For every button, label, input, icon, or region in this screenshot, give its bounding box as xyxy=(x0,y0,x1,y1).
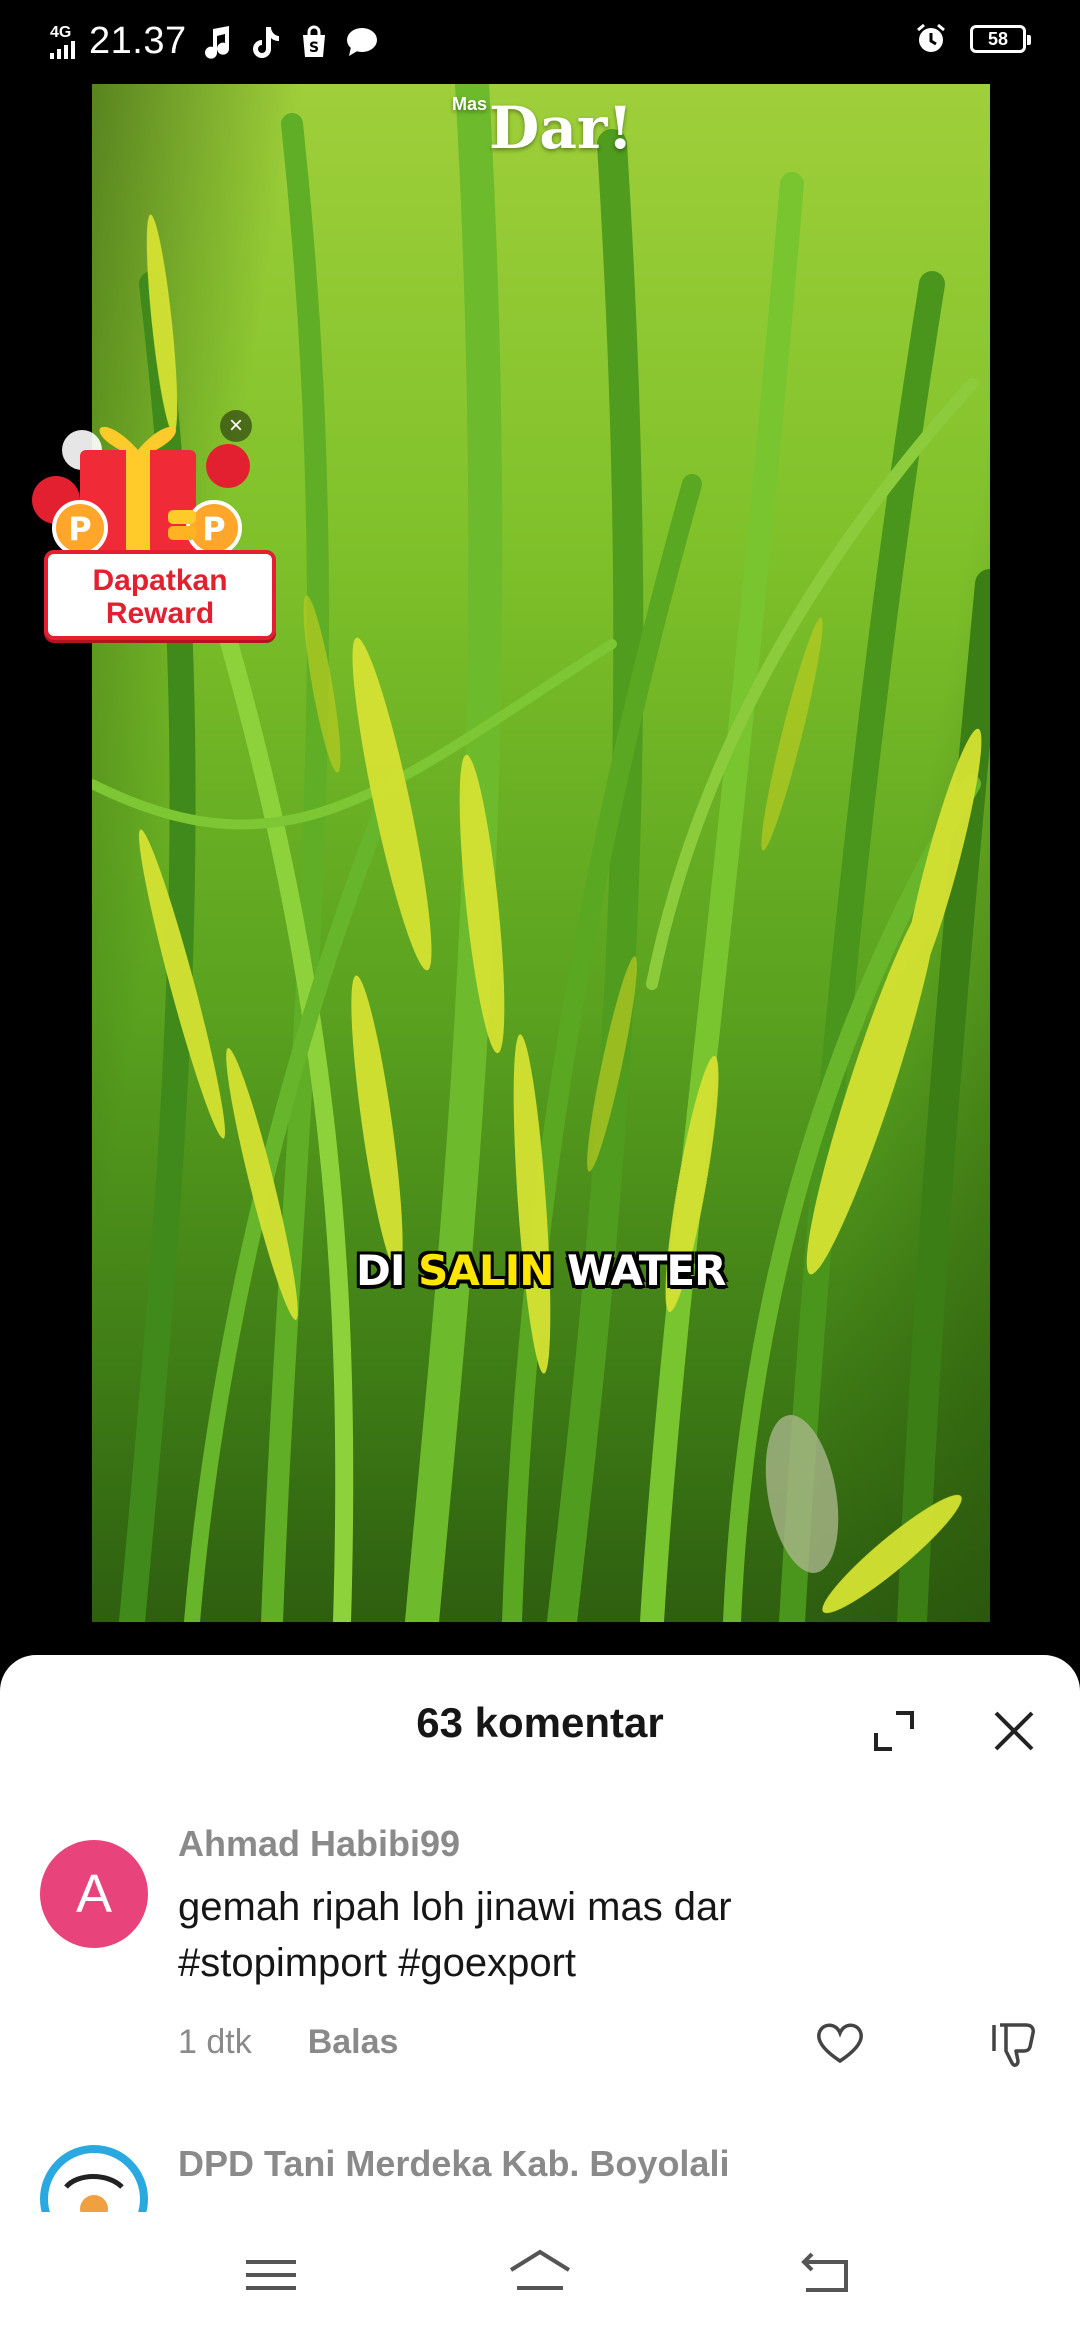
music-note-icon xyxy=(201,25,235,59)
reward-label[interactable]: Dapatkan Reward xyxy=(44,550,276,640)
reward-close-button[interactable]: × xyxy=(220,410,252,442)
logo-big-text: Dar! xyxy=(489,94,633,162)
reward-line-1: Dapatkan xyxy=(92,564,228,597)
reward-widget[interactable]: P P × Dapatkan Reward xyxy=(22,410,276,640)
tiktok-icon xyxy=(249,25,283,59)
thumbs-down-icon xyxy=(992,2023,1035,2067)
dislike-button[interactable] xyxy=(986,2015,1042,2071)
channel-logo: MasDar! xyxy=(452,94,633,162)
avatar[interactable]: A xyxy=(40,1840,148,1948)
signal-bars-icon xyxy=(50,40,75,59)
menu-icon xyxy=(246,2260,296,2290)
comment-text-line-1: gemah ripah loh jinawi mas dar xyxy=(178,1885,732,1929)
caption-word-1: DI xyxy=(356,1246,405,1295)
status-right: 58 xyxy=(914,22,1031,56)
comment-meta: 1 dtk Balas xyxy=(178,2023,398,2062)
comment-username[interactable]: Ahmad Habibi99 xyxy=(178,1823,460,1865)
back-icon xyxy=(801,2252,848,2292)
expand-button[interactable] xyxy=(866,1703,922,1759)
status-bar: 4G 21.37 S 58 xyxy=(0,0,1080,84)
signal-indicator: 4G xyxy=(50,23,75,59)
status-left: 4G 21.37 S xyxy=(50,20,379,63)
shop-bag-icon: S xyxy=(297,25,331,59)
video-player[interactable]: MasDar! DI SALIN WATER xyxy=(92,84,990,1622)
chat-bubble-icon xyxy=(345,25,379,59)
alarm-icon xyxy=(914,22,948,56)
comment-username[interactable]: DPD Tani Merdeka Kab. Boyolali xyxy=(178,2143,729,2185)
svg-text:P: P xyxy=(68,510,91,548)
clock: 21.37 xyxy=(89,20,187,62)
svg-text:S: S xyxy=(309,40,319,56)
menu-button[interactable] xyxy=(236,2240,306,2310)
close-icon xyxy=(994,1711,1034,1751)
rice-plants-image xyxy=(92,84,990,1622)
battery-icon: 58 xyxy=(970,25,1031,53)
video-caption: DI SALIN WATER xyxy=(356,1246,726,1295)
network-type: 4G xyxy=(50,23,72,41)
comment-text[interactable]: gemah ripah loh jinawi mas dar #stopimpo… xyxy=(178,1879,998,1991)
reward-line-2: Reward xyxy=(105,597,215,630)
caption-word-3: WATER xyxy=(567,1246,726,1295)
system-nav-bar xyxy=(0,2212,1080,2340)
comment-time: 1 dtk xyxy=(178,2023,252,2061)
comment-text-line-2: #stopimport #goexport xyxy=(178,1941,577,1985)
reply-button[interactable]: Balas xyxy=(308,2023,399,2062)
close-comments-button[interactable] xyxy=(986,1703,1042,1759)
home-icon xyxy=(509,2249,571,2290)
back-button[interactable] xyxy=(790,2240,860,2310)
like-button[interactable] xyxy=(812,2015,868,2071)
svg-text:P: P xyxy=(202,510,225,548)
heart-icon xyxy=(817,2023,863,2064)
home-button[interactable] xyxy=(505,2240,575,2310)
expand-icon xyxy=(874,1711,914,1751)
caption-word-2: SALIN xyxy=(418,1246,554,1295)
logo-small-text: Mas xyxy=(452,94,488,114)
